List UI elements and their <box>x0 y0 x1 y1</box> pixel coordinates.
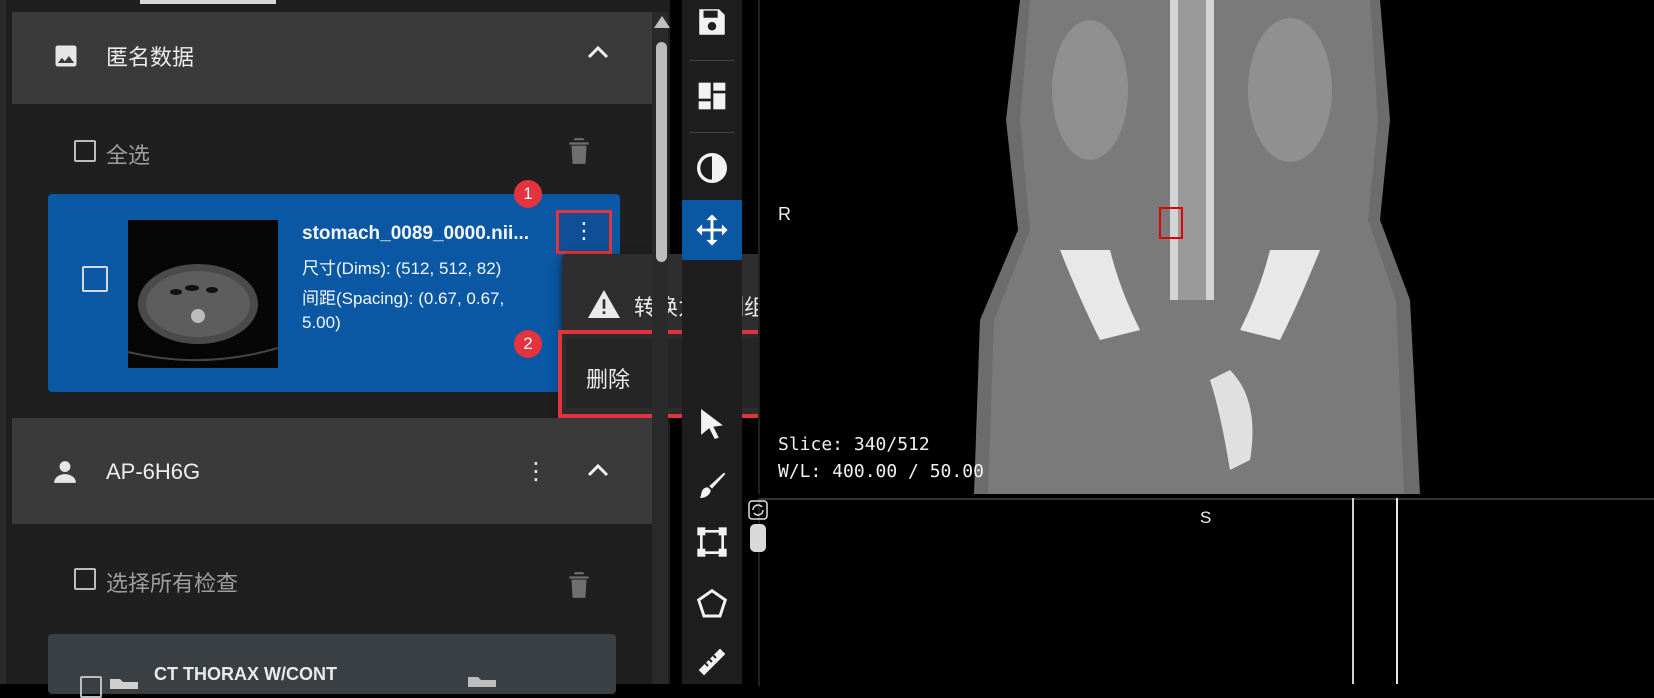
study-checkbox[interactable] <box>80 676 102 698</box>
toolbar-separator <box>690 132 734 133</box>
active-tab-indicator <box>140 0 276 4</box>
dataset-spacing: 间距(Spacing): (0.67, 0.67, <box>302 289 505 308</box>
orientation-marker-top: S <box>1200 508 1212 527</box>
slice-indicator: Slice: 340/512 <box>778 434 930 455</box>
dataset-spacing-cont: 5.00) <box>302 313 341 332</box>
step-badge-1: 1 <box>514 180 542 208</box>
pan-tool-button[interactable] <box>682 200 742 260</box>
delete-selected-icon[interactable] <box>566 136 592 166</box>
dataset-more-button[interactable]: ⋮ <box>556 210 612 254</box>
window-level-readout: W/L: 400.00 / 50.00 <box>778 461 984 482</box>
vertical-slider-handle[interactable] <box>750 524 766 552</box>
person-icon <box>52 458 78 486</box>
warning-icon <box>588 290 620 318</box>
paintbrush-icon <box>700 472 726 498</box>
select-all-studies-label: 选择所有检查 <box>106 571 239 596</box>
contrast-icon <box>697 153 727 183</box>
window-level-tool-button[interactable] <box>682 138 742 198</box>
more-vert-icon: ⋮ <box>573 218 595 243</box>
layout-icon <box>698 82 726 110</box>
scroll-up-arrow-icon[interactable] <box>654 16 670 28</box>
dataset-checkbox[interactable] <box>82 266 108 292</box>
select-all-checkbox[interactable] <box>74 140 96 162</box>
crosshair-line <box>1352 498 1354 684</box>
toolbar-separator <box>690 60 734 61</box>
study-folder-icon[interactable] <box>468 674 496 687</box>
dataset-thumbnail <box>128 220 278 368</box>
save-tool-button[interactable] <box>682 0 742 52</box>
save-icon <box>699 9 725 35</box>
collapse-anon-chevron-icon[interactable] <box>586 44 610 60</box>
crosshair-line <box>1396 498 1398 684</box>
pentagon-icon <box>696 588 728 618</box>
viewport-coronal[interactable] <box>758 0 1654 494</box>
folder-icon <box>110 676 138 689</box>
layout-tool-button[interactable] <box>682 66 742 126</box>
rectangle-roi-tool-button[interactable] <box>682 512 742 572</box>
dataset-dims: 尺寸(Dims): (512, 512, 82) <box>302 259 502 278</box>
menu-delete-label: 删除 <box>586 367 631 392</box>
dataset-filename: stomach_0089_0000.nii... <box>302 223 530 244</box>
patient-more-icon[interactable]: ⋮ <box>524 460 548 484</box>
step-badge-2: 2 <box>514 330 542 358</box>
collapse-patient-chevron-icon[interactable] <box>586 462 610 478</box>
bounding-box-icon <box>697 527 727 557</box>
select-all-studies-checkbox[interactable] <box>74 568 96 590</box>
orientation-marker-left: R <box>778 204 791 224</box>
anon-section-title: 匿名数据 <box>106 45 195 70</box>
ct-coronal-image <box>760 0 1654 494</box>
patient-id-title: AP-6H6G <box>106 459 201 484</box>
select-tool-button[interactable] <box>682 398 742 450</box>
image-icon <box>52 42 80 70</box>
study-title: CT THORAX W/CONT <box>154 664 337 684</box>
brush-tool-button[interactable] <box>682 456 742 516</box>
delete-studies-icon[interactable] <box>566 570 592 600</box>
move-icon <box>696 214 728 246</box>
panel-edge <box>0 0 6 684</box>
ruler-icon <box>698 648 726 676</box>
select-all-label: 全选 <box>106 143 151 168</box>
ruler-tool-button[interactable] <box>682 632 742 692</box>
sync-icon[interactable] <box>748 500 768 520</box>
polygon-tool-button[interactable] <box>682 574 742 634</box>
cursor-arrow-icon <box>701 409 723 439</box>
scrollbar-thumb[interactable] <box>656 42 667 262</box>
